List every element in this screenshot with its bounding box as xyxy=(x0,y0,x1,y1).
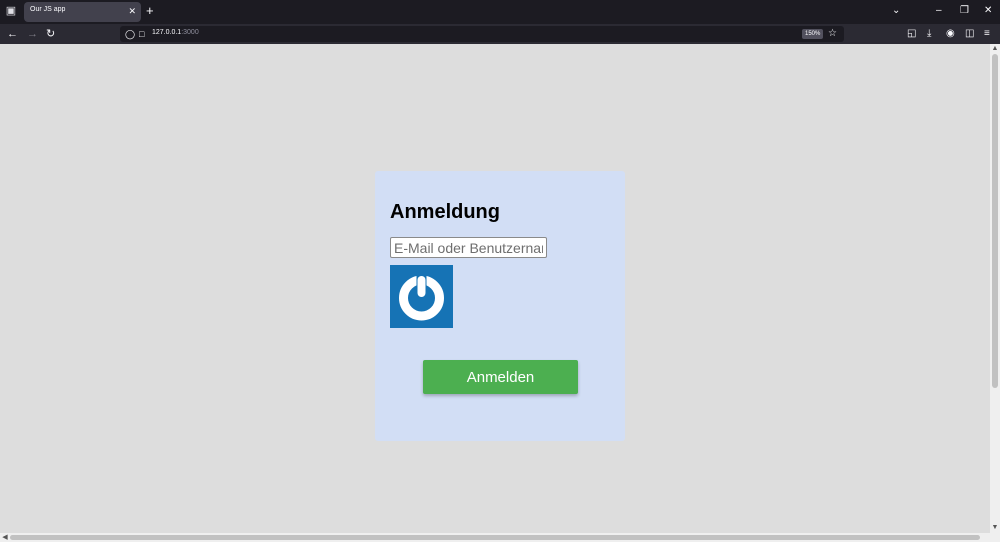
extensions-icon[interactable]: ◫ xyxy=(965,26,974,42)
downloads-icon[interactable]: ⤓ xyxy=(927,26,931,42)
url-host: 127.0.0.1 xyxy=(152,29,182,36)
menu-icon[interactable]: ≡ xyxy=(984,26,990,42)
back-arrow-icon[interactable]: ← xyxy=(7,26,18,42)
tab-title: Our JS app xyxy=(30,6,66,13)
vertical-scroll-thumb[interactable] xyxy=(992,54,998,388)
window-close-icon[interactable]: ✕ xyxy=(984,4,992,18)
minimize-icon[interactable]: – xyxy=(936,4,942,18)
browser-tab-strip: ▣ Our JS app ✕ + ⌄ – ❐ ✕ xyxy=(0,0,1000,24)
login-card: Anmeldung Anmelden xyxy=(375,171,625,441)
forward-arrow-icon[interactable]: → xyxy=(27,26,38,42)
pocket-icon[interactable]: ◱ xyxy=(907,26,916,42)
tab-close-icon[interactable]: ✕ xyxy=(128,5,136,17)
scroll-down-icon[interactable]: ▼ xyxy=(990,523,1000,533)
power-icon xyxy=(390,265,453,328)
horizontal-scrollbar[interactable]: ◀ xyxy=(0,533,1000,542)
tab-list-chevron-icon[interactable]: ⌄ xyxy=(892,4,900,18)
bookmark-star-icon[interactable]: ☆ xyxy=(828,27,837,41)
browser-nav-bar: ← → ↻ ◯ □ 127.0.0.1:3000 150% ☆ ◱ ⤓ ◉ ◫ … xyxy=(0,24,1000,44)
url-text[interactable]: 127.0.0.1:3000 xyxy=(152,29,199,36)
restore-icon[interactable]: ❐ xyxy=(960,4,969,18)
reload-icon[interactable]: ↻ xyxy=(46,26,55,42)
zoom-level-badge[interactable]: 150% xyxy=(802,29,824,39)
shield-icon[interactable]: ◯ xyxy=(125,27,135,41)
username-input[interactable] xyxy=(390,237,547,258)
tab-overview-icon[interactable]: ▣ xyxy=(4,4,18,18)
page-info-icon[interactable]: □ xyxy=(139,27,144,41)
url-port: :3000 xyxy=(181,29,199,36)
account-icon[interactable]: ◉ xyxy=(946,26,955,42)
url-bar[interactable]: ◯ □ 127.0.0.1:3000 150% ☆ xyxy=(120,26,844,42)
login-title: Anmeldung xyxy=(390,201,500,223)
tab-active[interactable]: Our JS app ✕ xyxy=(24,2,141,22)
horizontal-scroll-thumb[interactable] xyxy=(10,535,980,540)
new-tab-button[interactable]: + xyxy=(146,4,154,18)
login-button[interactable]: Anmelden xyxy=(423,360,578,394)
scroll-up-icon[interactable]: ▲ xyxy=(990,44,1000,54)
vertical-scrollbar[interactable]: ▲ ▼ xyxy=(990,44,1000,533)
scroll-left-icon[interactable]: ◀ xyxy=(0,533,10,542)
